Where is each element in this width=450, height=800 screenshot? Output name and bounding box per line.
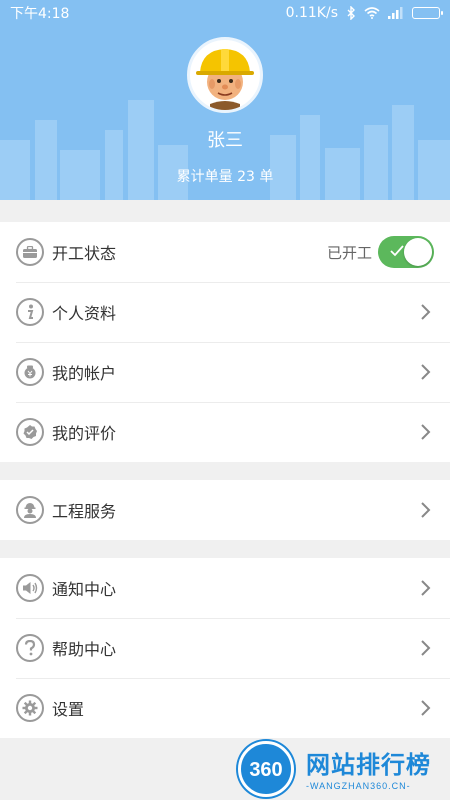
battery-icon xyxy=(412,7,443,19)
work-status-row: 开工状态 已开工 xyxy=(0,222,450,282)
status-bar: 下午4:18 0.11K/s xyxy=(0,0,450,26)
notification-center-label: 通知中心 xyxy=(52,580,117,599)
personal-info-label: 个人资料 xyxy=(52,304,117,323)
help-center-row[interactable]: 帮助中心 xyxy=(0,618,450,678)
gear-icon xyxy=(16,694,44,722)
network-speed: 0.11K/s xyxy=(285,5,338,21)
chevron-right-icon xyxy=(421,502,431,518)
wallet-icon xyxy=(16,358,44,386)
wifi-icon xyxy=(364,7,380,19)
question-icon xyxy=(16,634,44,662)
watermark-logo-text: 360 xyxy=(249,759,283,781)
work-status-text: 已开工 xyxy=(326,243,372,262)
watermark-subtitle: -WANGZHAN360.CN- xyxy=(306,781,411,791)
chevron-right-icon xyxy=(421,364,431,380)
engineer-icon xyxy=(16,496,44,524)
settings-row[interactable]: 设置 xyxy=(0,678,450,738)
avatar[interactable] xyxy=(187,37,263,113)
personal-info-row[interactable]: 个人资料 xyxy=(0,282,450,342)
check-icon xyxy=(390,245,404,257)
chevron-right-icon xyxy=(421,580,431,596)
my-account-label: 我的帐户 xyxy=(52,364,117,383)
menu-group-account: 开工状态 已开工 个人资料 我的帐户 我的评价 xyxy=(0,222,450,462)
worker-avatar-icon xyxy=(196,49,254,110)
signal-icon xyxy=(388,7,403,19)
speaker-icon xyxy=(16,574,44,602)
notification-center-row[interactable]: 通知中心 xyxy=(0,558,450,618)
engineering-service-row[interactable]: 工程服务 xyxy=(0,480,450,540)
order-count: 累计单量 23 单 xyxy=(176,169,274,185)
settings-label: 设置 xyxy=(52,700,85,719)
watermark: 360 网站排行榜 -WANGZHAN360.CN- xyxy=(234,737,450,800)
menu-group-support: 通知中心 帮助中心 设置 xyxy=(0,558,450,738)
briefcase-icon xyxy=(16,238,44,266)
user-name: 张三 xyxy=(207,130,243,151)
bluetooth-icon xyxy=(347,6,355,20)
watermark-logo: 360 xyxy=(238,741,294,797)
menu-group-service: 工程服务 xyxy=(0,480,450,540)
my-reviews-label: 我的评价 xyxy=(52,424,117,443)
review-badge-icon xyxy=(16,418,44,446)
my-reviews-row[interactable]: 我的评价 xyxy=(0,402,450,462)
engineering-service-label: 工程服务 xyxy=(52,502,117,521)
work-status-toggle[interactable] xyxy=(378,236,434,268)
info-icon xyxy=(16,298,44,326)
status-time: 下午4:18 xyxy=(10,6,70,22)
chevron-right-icon xyxy=(421,424,431,440)
profile-header: 下午4:18 0.11K/s 张三 累计单量 23 单 xyxy=(0,0,450,200)
chevron-right-icon xyxy=(421,640,431,656)
chevron-right-icon xyxy=(421,304,431,320)
help-center-label: 帮助中心 xyxy=(52,640,117,659)
my-account-row[interactable]: 我的帐户 xyxy=(0,342,450,402)
work-status-label: 开工状态 xyxy=(52,244,117,263)
watermark-title: 网站排行榜 xyxy=(306,751,431,779)
toggle-knob xyxy=(404,238,432,266)
chevron-right-icon xyxy=(421,700,431,716)
